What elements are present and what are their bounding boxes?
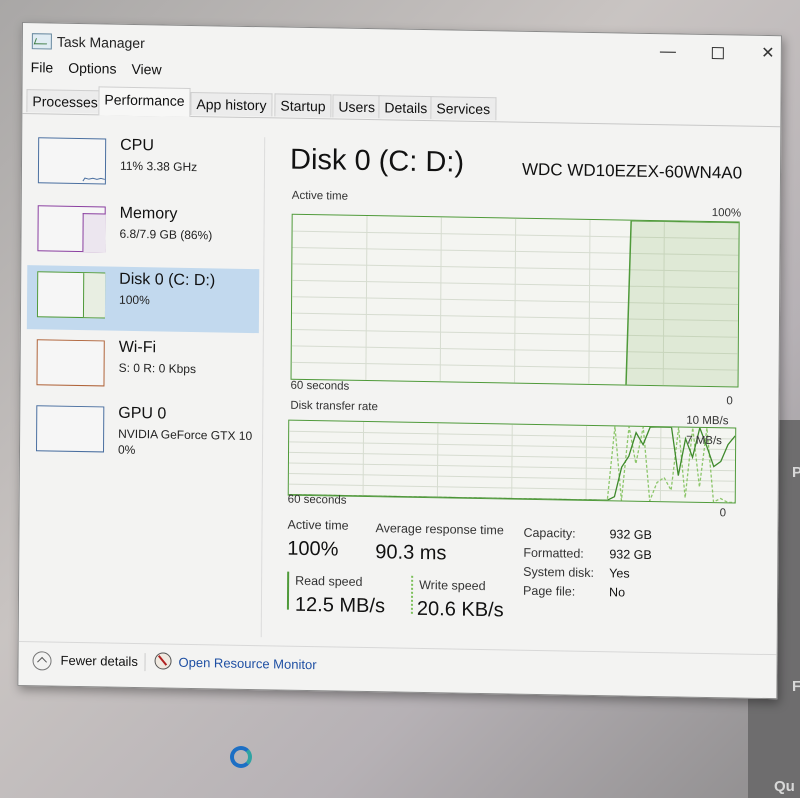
formatted-label: Formatted: xyxy=(523,545,584,561)
wifi-thumbnail-graph xyxy=(36,339,105,387)
active-time-stat-label: Active time xyxy=(287,517,349,533)
grid-line xyxy=(585,425,588,500)
tab-startup[interactable]: Startup xyxy=(274,93,332,118)
chevron-up-icon[interactable] xyxy=(32,651,52,671)
sidebar-item-label: Disk 0 (C: D:) xyxy=(119,270,216,290)
memory-thumbnail-graph xyxy=(37,205,106,253)
tab-details[interactable]: Details xyxy=(378,95,434,120)
grid-line xyxy=(659,427,662,502)
avg-response-stat-label: Average response time xyxy=(375,521,504,538)
write-speed-legend-line xyxy=(410,575,414,614)
menu-view[interactable]: View xyxy=(131,61,168,82)
fewer-details-button[interactable]: Fewer details xyxy=(60,653,137,669)
tab-services[interactable]: Services xyxy=(430,96,497,121)
desktop-text: Qu xyxy=(774,778,795,795)
task-manager-window: Task Manager — ✕ File Options View Proce… xyxy=(17,22,782,700)
active-time-graph-label: Active time xyxy=(291,189,349,203)
transfer-max-label: 10 MB/s xyxy=(686,414,729,428)
transfer-rate-graph xyxy=(287,419,737,504)
transfer-mid-label: 7 MB/s xyxy=(686,434,722,448)
disk-detail-panel: Disk 0 (C: D:) WDC WD10EZEX-60WN4A0 Acti… xyxy=(273,127,777,656)
sidebar-item-label: Memory xyxy=(119,204,178,223)
transfer-duration-label: 60 seconds xyxy=(287,493,347,507)
gpu-thumbnail-graph xyxy=(36,405,105,453)
active-time-max-label: 100% xyxy=(711,207,742,220)
menu-options[interactable]: Options xyxy=(68,60,123,81)
disk-thumbnail-graph xyxy=(36,271,106,319)
sidebar-item-value: 6.8/7.9 GB (86%) xyxy=(119,226,213,243)
sidebar-item-memory[interactable]: Memory 6.8/7.9 GB (86%) xyxy=(27,199,259,267)
active-time-duration-label: 60 seconds xyxy=(290,379,350,393)
system-disk-value: Yes xyxy=(609,566,630,581)
disk-model: WDC WD10EZEX-60WN4A0 xyxy=(521,159,743,183)
grid-line xyxy=(514,218,517,383)
grid-line xyxy=(365,216,368,381)
open-resource-monitor-link[interactable]: Open Resource Monitor xyxy=(178,655,316,672)
disk-title: Disk 0 (C: D:) xyxy=(289,143,465,179)
write-speed-value: 20.6 KB/s xyxy=(416,597,504,622)
grid-line xyxy=(439,217,442,382)
read-speed-legend-line xyxy=(286,571,290,610)
tab-app-history[interactable]: App history xyxy=(190,91,273,117)
sidebar-item-gpu-0[interactable]: GPU 0 NVIDIA GeForce GTX 10 0% xyxy=(26,399,258,467)
cpu-thumbnail-graph xyxy=(37,137,107,185)
minimize-button[interactable]: — xyxy=(645,40,691,65)
capacity-label: Capacity: xyxy=(523,525,576,541)
active-time-min-label: 0 xyxy=(726,395,733,408)
window-title: Task Manager xyxy=(56,33,145,52)
grid-line xyxy=(362,421,365,496)
page-file-value: No xyxy=(609,585,626,600)
grid-line xyxy=(436,423,439,498)
formatted-value: 932 GB xyxy=(609,547,652,563)
page-file-label: Page file: xyxy=(523,583,576,599)
menu-file[interactable]: File xyxy=(31,59,61,80)
sidebar-item-value: 11% 3.38 GHz xyxy=(119,158,198,175)
grid-line xyxy=(511,424,513,499)
active-time-graph xyxy=(290,213,740,388)
sidebar-item-label: GPU 0 xyxy=(118,404,167,423)
maximize-icon xyxy=(711,46,724,60)
sidebar-item-disk-0[interactable]: Disk 0 (C: D:) 100% xyxy=(26,265,260,334)
footer-separator xyxy=(144,653,146,672)
read-speed-label: Read speed xyxy=(295,573,363,589)
tab-processes[interactable]: Processes xyxy=(26,89,104,114)
sidebar-item-label: Wi-Fi xyxy=(118,338,157,357)
sidebar-item-label: CPU xyxy=(120,136,154,155)
system-disk-label: System disk: xyxy=(523,564,595,580)
active-time-fill xyxy=(626,220,739,387)
active-time-stat-value: 100% xyxy=(287,537,339,561)
close-button[interactable]: ✕ xyxy=(745,42,791,67)
tab-users[interactable]: Users xyxy=(332,94,382,119)
resource-monitor-icon[interactable] xyxy=(154,652,172,670)
sidebar-item-wifi[interactable]: Wi-Fi S: 0 R: 0 Kbps xyxy=(26,333,258,401)
sidebar-item-value: NVIDIA GeForce GTX 10 xyxy=(118,426,253,444)
avg-response-stat-value: 90.3 ms xyxy=(375,541,447,565)
read-speed-value: 12.5 MB/s xyxy=(294,593,386,618)
capacity-value: 932 GB xyxy=(609,527,652,543)
sidebar-item-value: S: 0 R: 0 Kbps xyxy=(118,360,197,377)
active-time-graph-canvas xyxy=(291,216,739,387)
write-speed-label: Write speed xyxy=(419,577,486,594)
desktop-text: F xyxy=(792,678,800,695)
task-manager-icon xyxy=(31,33,52,50)
desktop-text: P xyxy=(792,464,800,481)
tab-performance[interactable]: Performance xyxy=(98,86,191,117)
maximize-button[interactable] xyxy=(695,41,741,66)
sidebar-item-cpu[interactable]: CPU 11% 3.38 GHz xyxy=(28,131,260,199)
tab-bar: Processes Performance App history Startu… xyxy=(22,85,781,128)
transfer-min-label: 0 xyxy=(719,507,727,520)
menu-bar: File Options View xyxy=(31,59,177,82)
sidebar-item-value: 100% xyxy=(119,292,150,308)
performance-sidebar: CPU 11% 3.38 GHz Memory 6.8/7.9 GB (86%)… xyxy=(25,123,265,637)
transfer-graph-label: Disk transfer rate xyxy=(290,399,378,414)
transfer-rate-graph-canvas xyxy=(288,421,736,503)
sidebar-item-value: 0% xyxy=(117,442,136,457)
loading-spinner-icon xyxy=(230,746,252,768)
grid-line xyxy=(588,219,591,384)
